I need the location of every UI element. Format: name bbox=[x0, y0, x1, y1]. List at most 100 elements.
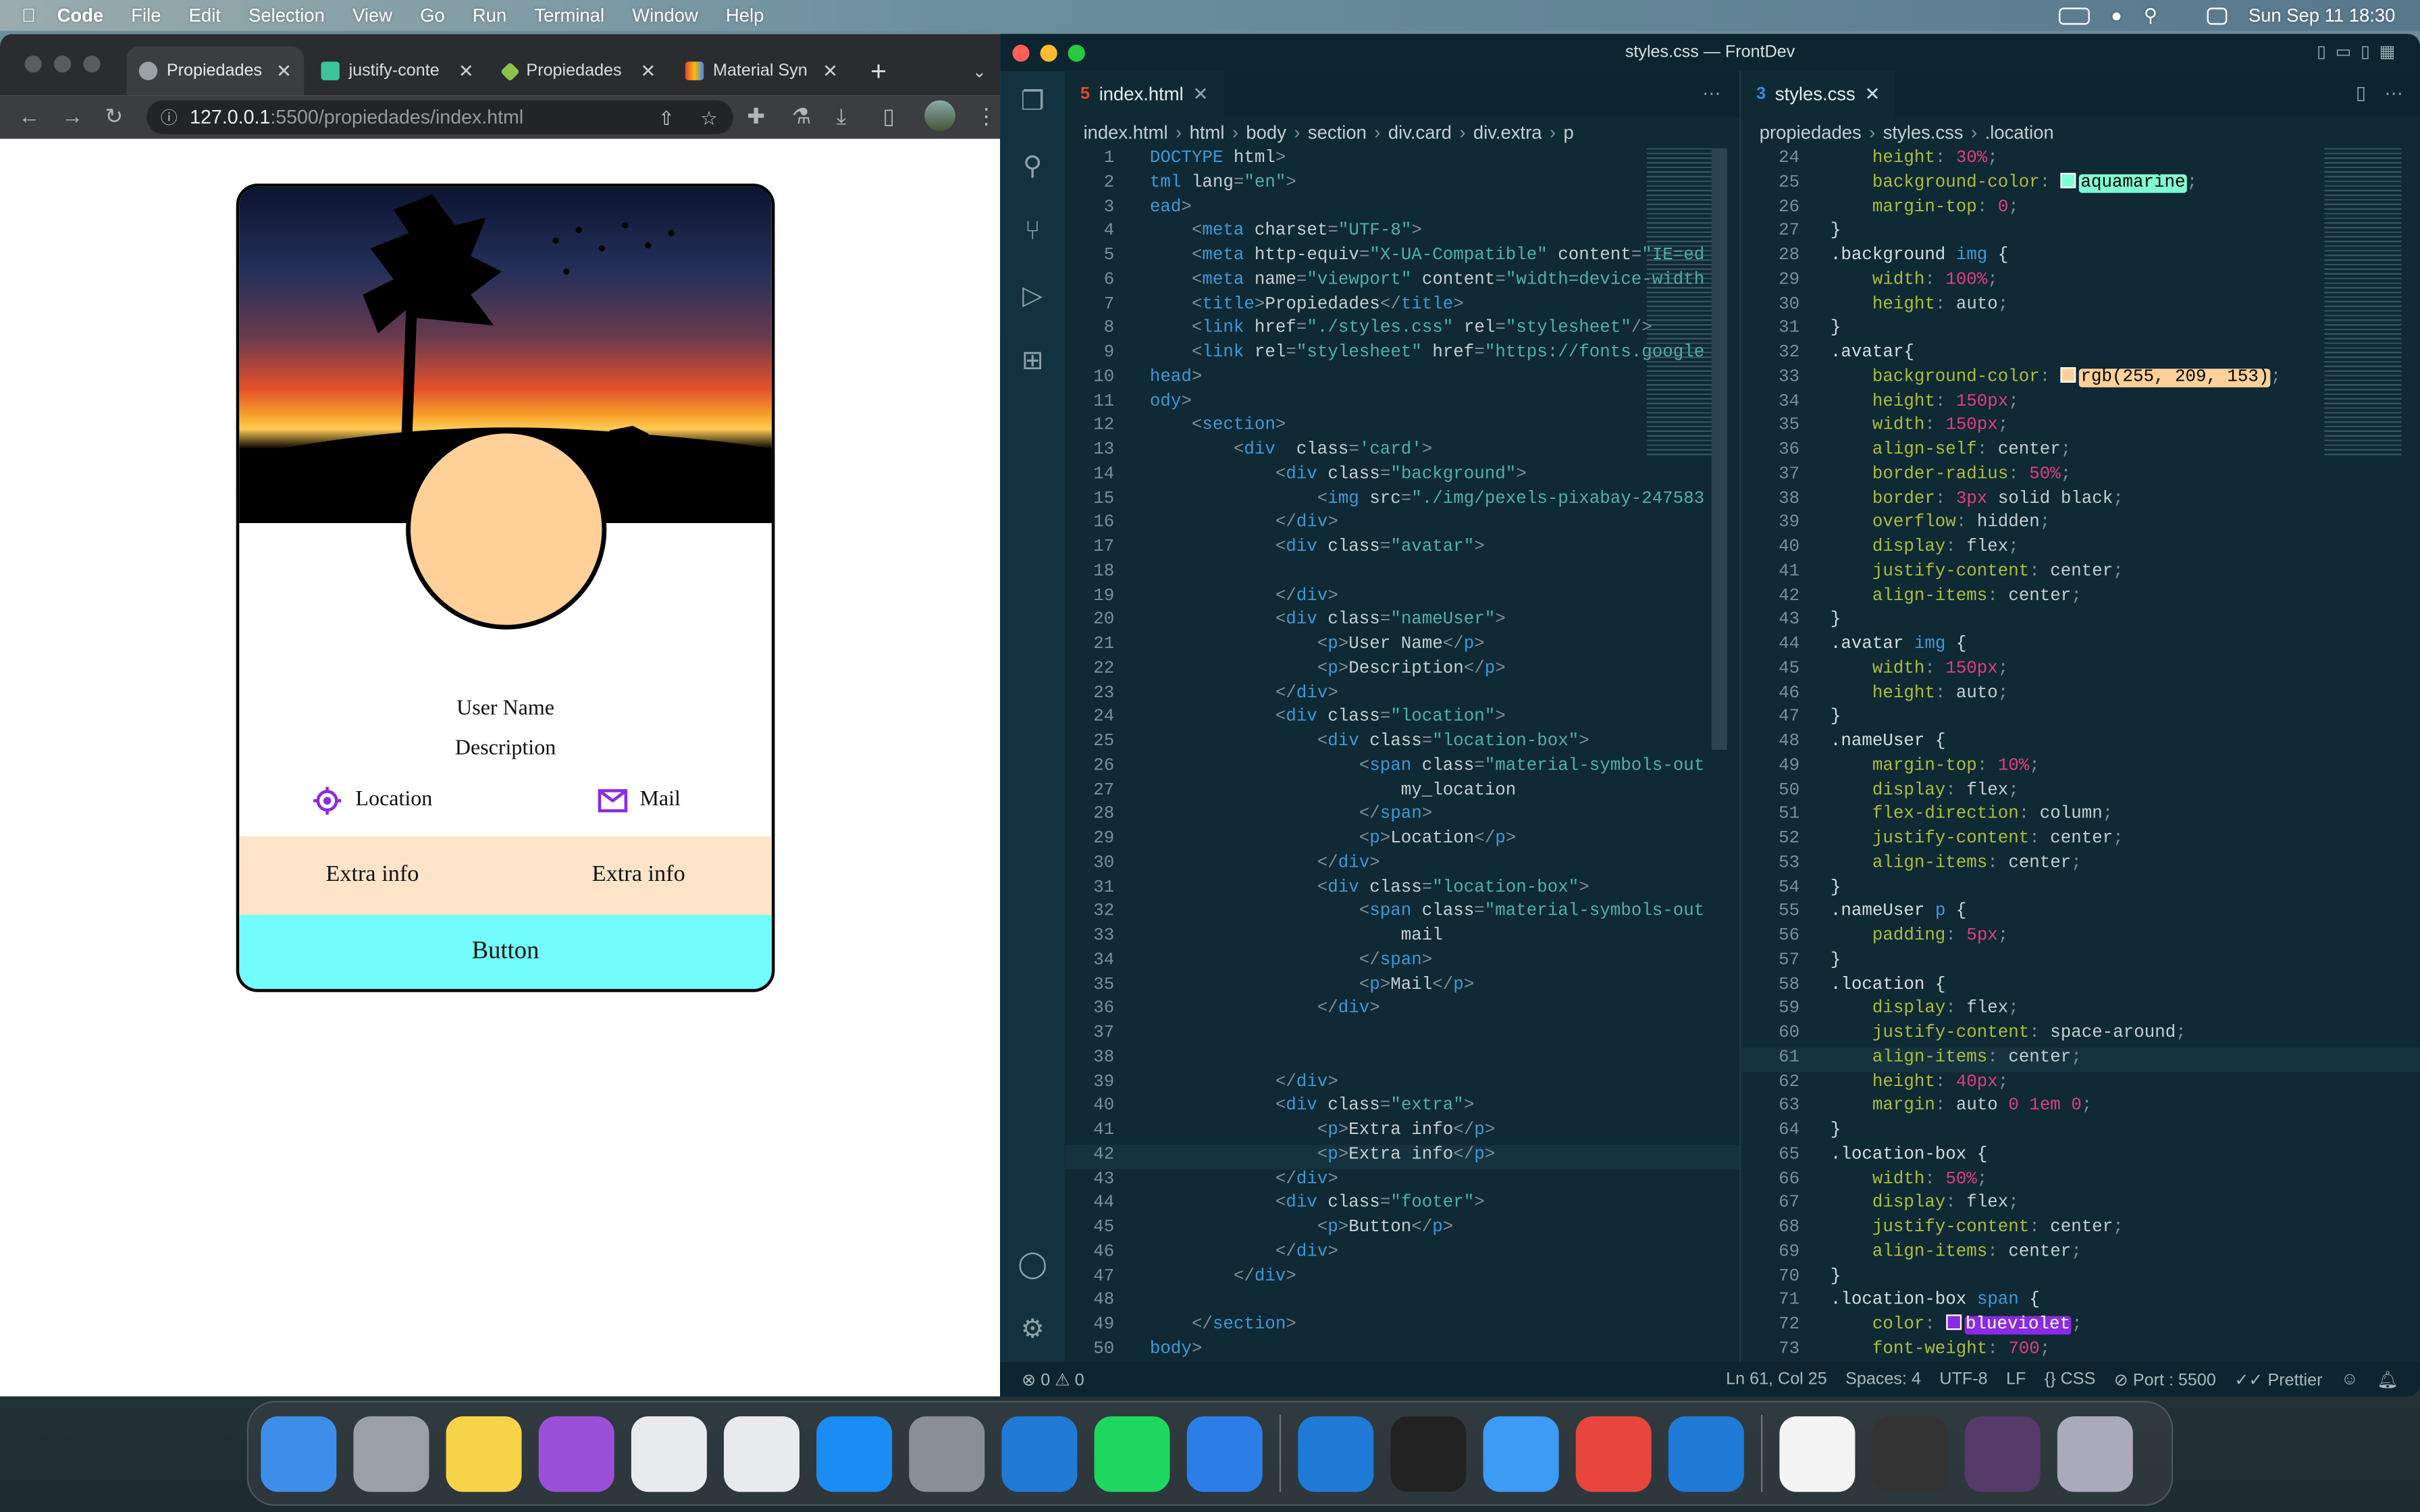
browser-tab-3[interactable]: Propiedades ✕ bbox=[491, 47, 668, 96]
code-line[interactable]: 64} bbox=[1741, 1120, 2420, 1144]
new-tab-button[interactable]: + bbox=[858, 47, 899, 96]
menu-edit[interactable]: Edit bbox=[189, 5, 221, 26]
code-line[interactable]: 25 <div class="location-box"> bbox=[1065, 731, 1739, 755]
apple-icon[interactable]:  bbox=[22, 5, 36, 26]
close-tab-icon[interactable]: ✕ bbox=[1192, 83, 1208, 105]
code-line[interactable]: 41 <p>Extra info</p> bbox=[1065, 1120, 1739, 1144]
code-line[interactable]: 22 <p>Description</p> bbox=[1065, 658, 1739, 682]
vscode-insiders-icon[interactable] bbox=[1668, 1415, 1744, 1492]
labs-flask-icon[interactable]: ⚗ bbox=[792, 103, 812, 130]
color-swatch[interactable] bbox=[2060, 172, 2076, 188]
code-line[interactable]: 27 my_location bbox=[1065, 780, 1739, 804]
code-line[interactable]: 55 .nameUser p { bbox=[1741, 901, 2420, 925]
menu-selection[interactable]: Selection bbox=[248, 5, 325, 26]
search-icon[interactable]: ⚲ bbox=[2144, 5, 2157, 26]
code-line[interactable]: 7 <title>Propiedades</title> bbox=[1065, 294, 1739, 318]
mail-icon[interactable] bbox=[1483, 1415, 1559, 1492]
close-tab-icon[interactable]: ✕ bbox=[822, 60, 838, 82]
code-line[interactable]: 36 </div> bbox=[1065, 998, 1739, 1023]
code-line[interactable]: 12 <section> bbox=[1065, 415, 1739, 439]
podcasts-icon[interactable] bbox=[538, 1415, 614, 1492]
code-line[interactable]: 31} bbox=[1741, 318, 2420, 342]
maximize-window-button[interactable] bbox=[83, 55, 101, 73]
split-editor-icon[interactable]: ▯ bbox=[2356, 82, 2366, 103]
code-line[interactable]: 53 align-items: center; bbox=[1741, 853, 2420, 877]
scrollbar[interactable] bbox=[1711, 148, 1727, 750]
code-line[interactable]: 28 </span> bbox=[1065, 804, 1739, 828]
code-line[interactable]: 17 <div class="avatar"> bbox=[1065, 537, 1739, 561]
prettier-status[interactable]: ✓✓ Prettier bbox=[2234, 1370, 2322, 1389]
cursor-position[interactable]: Ln 61, Col 25 bbox=[1726, 1370, 1827, 1390]
code-line[interactable]: 32 .avatar{ bbox=[1741, 342, 2420, 367]
html-code[interactable]: 1 DOCTYPE html> 2 tml lang="en"> 3 ead> 4 <met… bbox=[1065, 148, 1739, 1362]
code-line[interactable]: 38 border: 3px solid black; bbox=[1741, 488, 2420, 512]
clock[interactable]: Sun Sep 11 18:30 bbox=[2248, 5, 2396, 26]
code-line[interactable]: 13 <div class='card'> bbox=[1065, 439, 1739, 464]
css-code[interactable]: 24 height: 30%; 25 background-color: aqua… bbox=[1741, 148, 2420, 1362]
breadcrumb-item[interactable]: html bbox=[1190, 122, 1225, 144]
menu-view[interactable]: View bbox=[352, 5, 392, 26]
breadcrumb-item[interactable]: propiedades bbox=[1760, 122, 1862, 144]
code-line[interactable]: 52 justify-content: center; bbox=[1741, 828, 2420, 853]
notifications-bell-icon[interactable]: 🔔︎ bbox=[2377, 1370, 2398, 1389]
code-line[interactable]: 5 <meta http-equiv="X-UA-Compatible" con… bbox=[1065, 245, 1739, 269]
code-line[interactable]: 35 width: 150px; bbox=[1741, 415, 2420, 439]
reload-button[interactable]: ↻ bbox=[105, 103, 123, 130]
code-line[interactable]: 3 ead> bbox=[1065, 196, 1739, 221]
xcode-icon[interactable] bbox=[1186, 1415, 1263, 1492]
close-tab-icon[interactable]: ✕ bbox=[640, 60, 656, 82]
menu-window[interactable]: Window bbox=[632, 5, 698, 26]
source-control-icon[interactable]: ⑂ bbox=[1017, 216, 1048, 247]
code-line[interactable]: 56 padding: 5px; bbox=[1741, 925, 2420, 950]
code-line[interactable]: 61 align-items: center; bbox=[1741, 1047, 2420, 1072]
code-line[interactable]: 44 .avatar img { bbox=[1741, 634, 2420, 658]
code-line[interactable]: 27} bbox=[1741, 221, 2420, 245]
code-line[interactable]: 33 background-color: rgb(255, 209, 153); bbox=[1741, 367, 2420, 391]
code-line[interactable]: 51 flex-direction: column; bbox=[1741, 804, 2420, 828]
tab-search-chevron-icon[interactable]: ⌄ bbox=[960, 47, 999, 96]
code-line[interactable]: 48 .nameUser { bbox=[1741, 731, 2420, 755]
tab-styles-css[interactable]: 3 styles.css ✕ bbox=[1741, 71, 1896, 117]
spotify-icon[interactable] bbox=[1094, 1415, 1170, 1492]
code-line[interactable]: 29 <p>Location</p> bbox=[1065, 828, 1739, 853]
chrome-dev-icon[interactable] bbox=[631, 1415, 707, 1492]
code-line[interactable]: 62 height: 40px; bbox=[1741, 1071, 2420, 1096]
terminal-icon[interactable] bbox=[1390, 1415, 1467, 1492]
forward-button[interactable]: → bbox=[61, 103, 83, 128]
code-line[interactable]: 32 <span class="material-symbols-out bbox=[1065, 901, 1739, 925]
code-line[interactable]: 24 <div class="location"> bbox=[1065, 707, 1739, 731]
breadcrumb-item[interactable]: styles.css bbox=[1883, 122, 1964, 144]
code-line[interactable]: 44 <div class="footer"> bbox=[1065, 1193, 1739, 1217]
code-line[interactable]: 46 </div> bbox=[1065, 1241, 1739, 1266]
code-line[interactable]: 54} bbox=[1741, 877, 2420, 901]
explorer-icon[interactable]: ❐ bbox=[1017, 86, 1048, 117]
launchpad-icon[interactable] bbox=[353, 1415, 429, 1492]
code-line[interactable]: 65 .location-box { bbox=[1741, 1144, 2420, 1168]
more-menu-icon[interactable]: ⋮ bbox=[976, 103, 997, 130]
code-line[interactable]: 38 bbox=[1065, 1047, 1739, 1071]
menu-file[interactable]: File bbox=[131, 5, 161, 26]
code-line[interactable]: 73 font-weight: 700; bbox=[1741, 1339, 2420, 1362]
breadcrumb-item[interactable]: .location bbox=[1985, 122, 2054, 144]
code-line[interactable]: 45 <p>Button</p> bbox=[1065, 1217, 1739, 1241]
code-line[interactable]: 43 </div> bbox=[1065, 1168, 1739, 1193]
notes-icon[interactable] bbox=[446, 1415, 522, 1492]
footer-button[interactable]: Button bbox=[239, 915, 772, 990]
code-line[interactable]: 6 <meta name="viewport" content="width=d… bbox=[1065, 269, 1739, 294]
menu-go[interactable]: Go bbox=[420, 5, 445, 26]
code-line[interactable]: 18 bbox=[1065, 561, 1739, 585]
code-line[interactable]: 42 <p>Extra info</p> bbox=[1065, 1144, 1739, 1169]
code-line[interactable]: 60 justify-content: space-around; bbox=[1741, 1023, 2420, 1047]
layout-toggle-icons[interactable]: ▯▭▯▦ bbox=[2317, 34, 2404, 71]
side-panel-icon[interactable]: ▯ bbox=[883, 103, 895, 130]
live-server-port[interactable]: ⊘ Port : 5500 bbox=[2114, 1370, 2216, 1389]
code-line[interactable]: 40 display: flex; bbox=[1741, 537, 2420, 561]
code-line[interactable]: 40 <div class="extra"> bbox=[1065, 1096, 1739, 1120]
browser-tab-2[interactable]: justify-conte ✕ bbox=[309, 47, 486, 96]
code-line[interactable]: 58 .location { bbox=[1741, 974, 2420, 998]
code-line[interactable]: 72 color: blueviolet; bbox=[1741, 1314, 2420, 1339]
code-line[interactable]: 68 justify-content: center; bbox=[1741, 1217, 2420, 1241]
language-mode[interactable]: {} CSS bbox=[2045, 1370, 2096, 1390]
indentation[interactable]: Spaces: 4 bbox=[1845, 1370, 1921, 1390]
code-line[interactable]: 2 tml lang="en"> bbox=[1065, 172, 1739, 196]
